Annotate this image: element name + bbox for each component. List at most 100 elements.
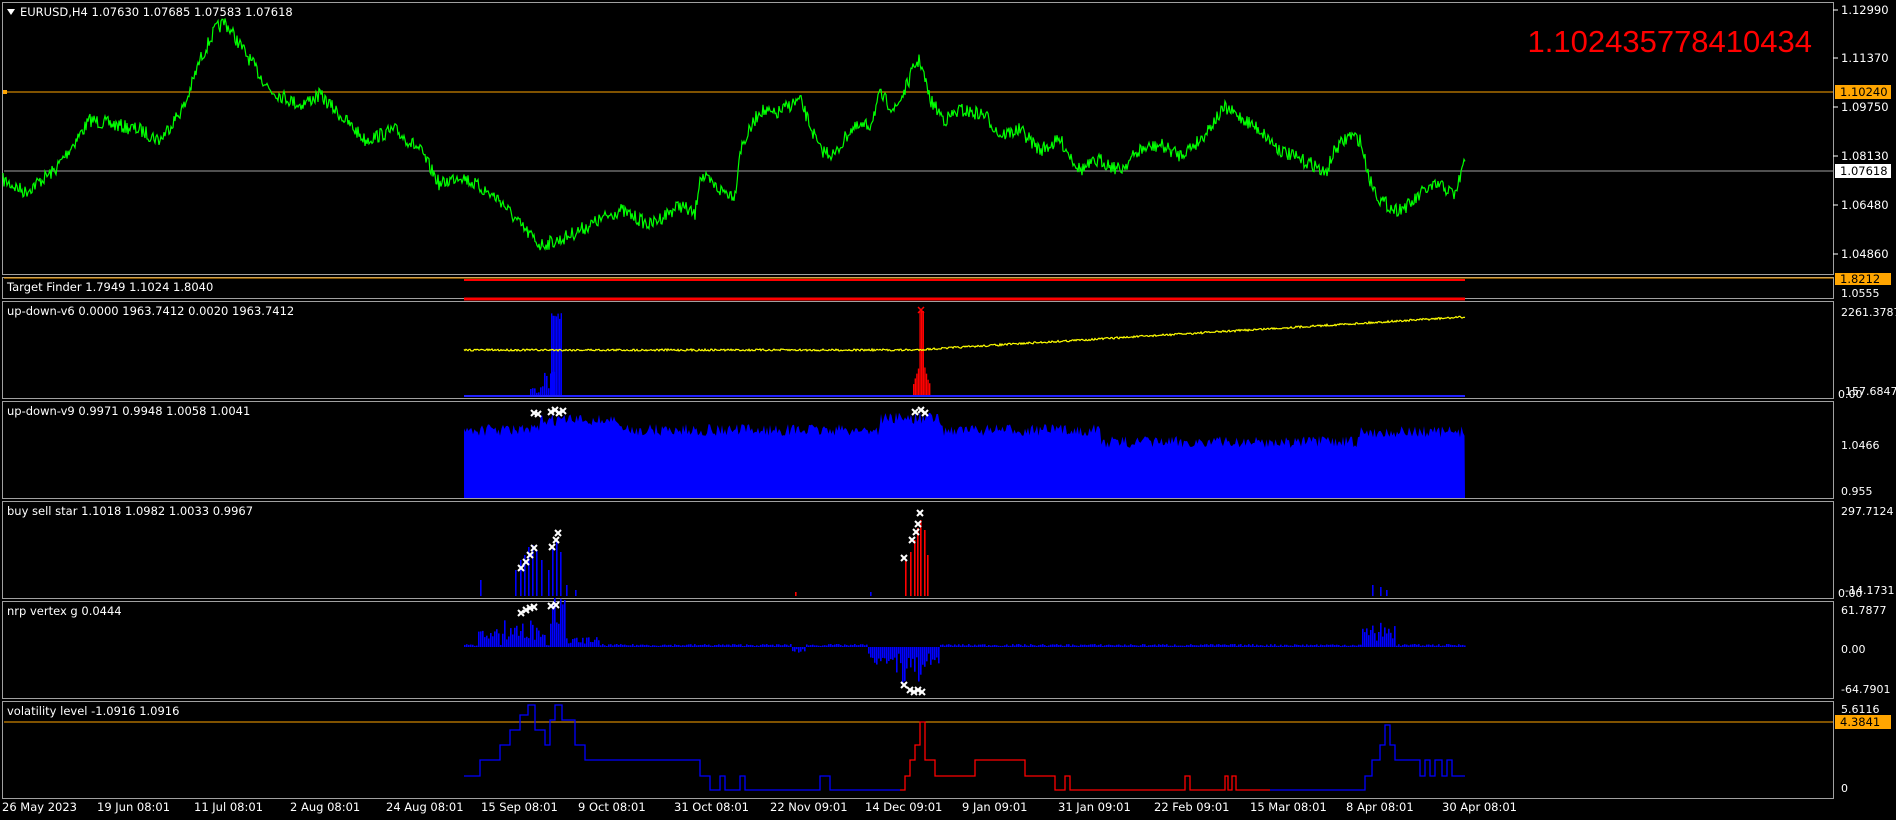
updown-v9-label: up-down-v9 0.9971 0.9948 1.0058 1.0041 — [7, 404, 250, 418]
nrp-bar — [1434, 645, 1436, 647]
nrp-bar — [1268, 645, 1270, 647]
nrp-bar — [1104, 645, 1106, 647]
nrp-bar — [988, 644, 990, 647]
nrp-bar — [728, 644, 730, 647]
nrp-bar — [582, 637, 584, 647]
nrp-bar — [708, 644, 710, 647]
nrp-bar — [490, 633, 492, 647]
level-handle[interactable] — [3, 90, 7, 94]
v6-bar — [552, 315, 554, 396]
nrp-bar — [1394, 626, 1396, 647]
nrp-bar — [702, 644, 704, 647]
nrp-bar — [1184, 645, 1186, 647]
nrp-bar — [1010, 645, 1012, 647]
nrp-bar — [1396, 645, 1398, 647]
nrp-bar — [1098, 644, 1100, 647]
trading-chart[interactable]: EURUSD,H4 1.07630 1.07685 1.07583 1.0761… — [0, 0, 1896, 820]
nrp-bar — [516, 625, 518, 647]
nrp-bar — [1100, 644, 1102, 647]
bss-bar — [520, 560, 522, 596]
nrp-bar — [612, 645, 614, 647]
nrp-bar — [740, 644, 742, 647]
nrp-bar — [746, 644, 748, 647]
nrp-bar — [1342, 645, 1344, 647]
nrp-bar — [972, 645, 974, 647]
nrp-bar — [1440, 645, 1442, 647]
nrp-bar — [1108, 644, 1110, 647]
time-tick: 31 Oct 08:01 — [674, 800, 749, 814]
nrp-bar — [1278, 645, 1280, 647]
nrp-bar — [1166, 644, 1168, 647]
nrp-bar — [982, 644, 984, 647]
v6-bar — [551, 313, 553, 396]
price-line — [2, 18, 1466, 251]
nrp-bar — [536, 627, 538, 647]
bss-bar — [552, 548, 554, 596]
nrp-bar — [734, 644, 736, 647]
nrp-bar — [594, 639, 596, 647]
nrp-bar — [548, 645, 550, 647]
nrp-bar — [686, 644, 688, 647]
big-price-value: 1.102435778410434 — [1528, 24, 1812, 59]
nrp-bar — [1076, 645, 1078, 647]
time-tick: 2 Aug 08:01 — [290, 800, 360, 814]
bss-bar — [870, 592, 872, 596]
v6-bar — [929, 383, 931, 396]
nrp-bar — [1452, 645, 1454, 647]
nrp-bar — [768, 645, 770, 647]
nrp-bar — [934, 647, 936, 661]
nrp-bar — [624, 644, 626, 647]
nrp-vertex-panel[interactable]: nrp vertex g 0.0444 61.7877 0.00 -64.790… — [7, 597, 1890, 696]
nrp-bar — [1154, 644, 1156, 647]
nrp-bar — [1138, 645, 1140, 647]
target-finder-panel[interactable]: Target Finder 1.7949 1.1024 1.8040 1.821… — [4, 272, 1891, 301]
time-tick: 15 Mar 08:01 — [1250, 800, 1327, 814]
nrp-bar — [870, 647, 872, 658]
bss-bar — [795, 592, 797, 596]
nrp-bar — [882, 647, 884, 658]
nrp-bar — [560, 598, 562, 647]
nrp-bar — [1008, 645, 1010, 647]
nrp-bar — [644, 645, 646, 647]
nrp-bar — [1244, 644, 1246, 647]
nrp-bar — [824, 645, 826, 647]
buy-sell-star-panel[interactable]: buy sell star 1.1018 1.0982 1.0033 0.996… — [7, 504, 1894, 600]
time-tick: 9 Jan 09:01 — [962, 800, 1028, 814]
nrp-bar — [814, 645, 816, 647]
nrp-bar — [1074, 645, 1076, 647]
nrp-bar — [722, 644, 724, 647]
updown-v9-panel[interactable]: up-down-v9 0.9971 0.9948 1.0058 1.0041 1… — [7, 404, 1880, 498]
nrp-bar — [720, 645, 722, 647]
v6-bar — [916, 373, 918, 396]
nrp-bar — [1294, 644, 1296, 647]
nrp-bar — [968, 644, 970, 647]
nrp-bar — [1170, 645, 1172, 647]
updown-v6-panel[interactable]: up-down-v6 0.0000 1963.7412 0.0020 1963.… — [7, 304, 1896, 401]
nrp-bar — [1140, 645, 1142, 647]
main-price-panel[interactable]: EURUSD,H4 1.07630 1.07685 1.07583 1.0761… — [2, 5, 1833, 251]
nrp-bar — [842, 645, 844, 647]
nrp-bar — [1068, 644, 1070, 647]
nrp-bar — [878, 647, 880, 659]
nrp-bar — [1190, 644, 1192, 647]
dropdown-triangle-icon[interactable] — [7, 9, 15, 15]
nrp-bar — [1070, 645, 1072, 647]
nrp-bar — [794, 647, 796, 652]
nrp-bar — [1416, 644, 1418, 647]
nrp-bar — [506, 639, 508, 647]
volatility-panel[interactable]: volatility level -1.0916 1.0916 5.6116 4… — [4, 703, 1891, 795]
nrp-bar — [948, 644, 950, 647]
nrp-bar — [664, 644, 666, 647]
bss-bar — [905, 560, 907, 596]
nrp-bar — [1310, 644, 1312, 647]
nrp-bar — [696, 645, 698, 647]
nrp-bar — [1158, 644, 1160, 647]
nrp-bar — [1398, 644, 1400, 647]
nrp-bar — [714, 645, 716, 647]
volatility-line-blue — [464, 704, 900, 791]
nrp-bar — [860, 644, 862, 647]
nrp-bar — [1318, 645, 1320, 647]
nrp-bar — [642, 644, 644, 647]
nrp-bar — [922, 647, 924, 665]
nrp-bar — [1226, 644, 1228, 647]
